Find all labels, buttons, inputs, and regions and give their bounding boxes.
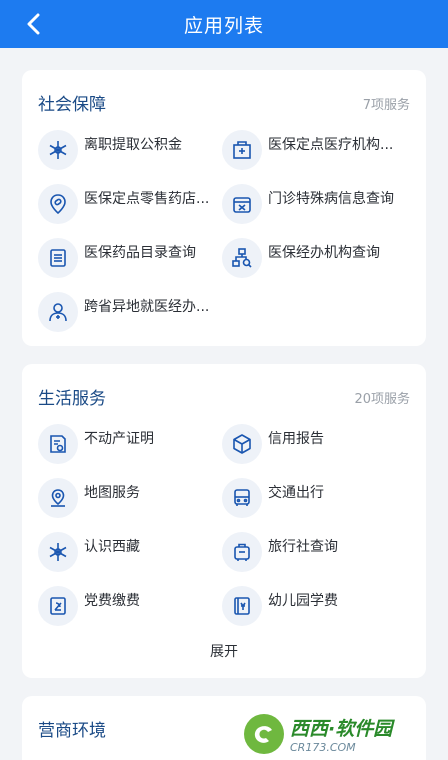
- item-label: 信用报告: [268, 431, 324, 447]
- item-label: 旅行社查询: [268, 539, 338, 555]
- life-services-card: 生活服务 20项服务 不动产证明 信用报告 地图服务 交通出行 认识西藏 旅行社…: [22, 364, 426, 678]
- back-arrow-icon: [27, 13, 40, 35]
- party-emblem-icon: [50, 597, 66, 615]
- section-title: 生活服务: [38, 389, 106, 409]
- service-item-map[interactable]: 地图服务: [38, 478, 140, 518]
- service-item-travel-agency[interactable]: 旅行社查询: [222, 532, 338, 572]
- service-item-party-fee[interactable]: 党费缴费: [38, 586, 140, 626]
- service-item-special-disease[interactable]: 门诊特殊病信息查询: [222, 184, 394, 224]
- service-item-transport[interactable]: 交通出行: [222, 478, 324, 518]
- snowflake-icon: [49, 543, 67, 561]
- page-title: 应用列表: [183, 14, 264, 37]
- notebook-icon: [234, 597, 250, 615]
- social-security-card: 社会保障 7项服务 离职提取公积金 医保定点医疗机构... 医保定点零售药店..…: [22, 70, 426, 346]
- item-label: 地图服务: [84, 485, 140, 501]
- watermark-url: CR173.COM: [290, 741, 356, 754]
- service-item-kindergarten-fee[interactable]: 幼儿园学费: [222, 586, 338, 626]
- section-title: 营商环境: [38, 721, 106, 741]
- org-search-icon: [232, 248, 252, 268]
- bus-icon: [234, 489, 250, 506]
- app-header: 应用列表: [0, 0, 448, 48]
- section-title: 社会保障: [38, 95, 106, 115]
- cube-icon: [233, 434, 251, 454]
- service-item-agency-query[interactable]: 医保经办机构查询: [222, 238, 380, 278]
- expand-button[interactable]: 展开: [22, 641, 426, 661]
- service-item-pharmacy[interactable]: 医保定点零售药店...: [38, 184, 209, 224]
- service-item-tibet[interactable]: 认识西藏: [38, 532, 140, 572]
- item-label: 医保定点零售药店...: [84, 191, 210, 207]
- item-label: 不动产证明: [84, 431, 154, 447]
- map-pin-icon: [51, 489, 65, 507]
- back-button[interactable]: [14, 8, 54, 40]
- item-label: 医保经办机构查询: [268, 245, 380, 261]
- watermark-title: 西西·软件园: [290, 718, 393, 740]
- service-count: 7项服务: [362, 98, 410, 113]
- service-item-cross-province[interactable]: 跨省异地就医经办...: [38, 292, 209, 332]
- service-item-credit-report[interactable]: 信用报告: [222, 424, 324, 464]
- hospital-icon: [233, 141, 251, 159]
- suitcase-icon: [234, 543, 250, 561]
- service-item-medical-institution[interactable]: 医保定点医疗机构...: [222, 130, 393, 170]
- list-icon: [50, 249, 66, 267]
- watermark: 西西·软件园 CR173.COM: [244, 708, 448, 760]
- item-label: 离职提取公积金: [84, 137, 182, 153]
- service-item-provident-fund[interactable]: 离职提取公积金: [38, 130, 182, 170]
- medical-box-icon: [233, 197, 251, 213]
- item-label: 幼儿园学费: [268, 593, 338, 609]
- item-label: 认识西藏: [84, 539, 140, 555]
- watermark-logo-icon: [244, 714, 284, 754]
- snowflake-icon: [49, 141, 67, 159]
- doctor-icon: [49, 303, 67, 322]
- item-label: 医保定点医疗机构...: [268, 137, 394, 153]
- item-label: 医保药品目录查询: [84, 245, 196, 261]
- item-label: 门诊特殊病信息查询: [268, 191, 394, 207]
- service-count: 20项服务: [354, 392, 410, 407]
- property-doc-icon: [50, 435, 66, 453]
- item-label: 交通出行: [268, 485, 324, 501]
- service-item-property-certificate[interactable]: 不动产证明: [38, 424, 154, 464]
- item-label: 跨省异地就医经办...: [84, 299, 210, 315]
- pill-icon: [50, 194, 66, 215]
- item-label: 党费缴费: [84, 593, 140, 609]
- service-item-drug-catalog[interactable]: 医保药品目录查询: [38, 238, 196, 278]
